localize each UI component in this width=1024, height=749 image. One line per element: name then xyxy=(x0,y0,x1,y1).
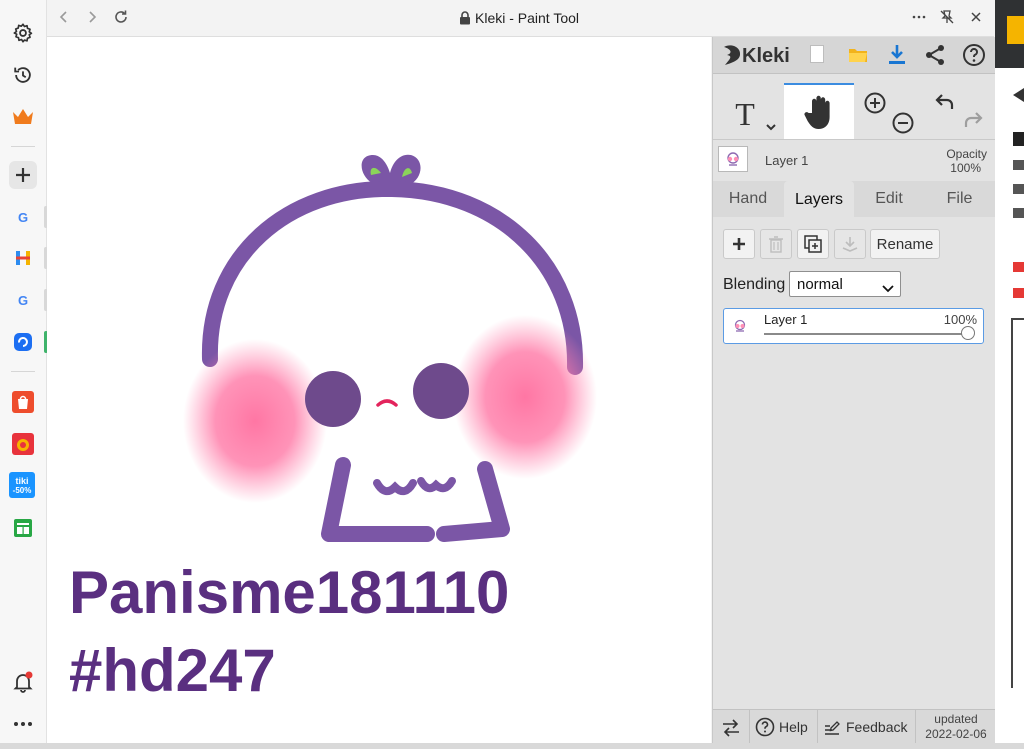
updated-date: 2022-02-06 xyxy=(925,727,987,741)
background-logo xyxy=(1007,16,1024,44)
blending-label: Blending xyxy=(723,276,786,293)
close-icon[interactable] xyxy=(969,10,983,29)
updated-label: updated xyxy=(934,712,978,726)
swap-sides-icon[interactable] xyxy=(721,719,741,742)
background-text-fragment xyxy=(1013,288,1024,298)
share-icon[interactable] xyxy=(924,44,946,71)
crown-icon[interactable] xyxy=(9,103,37,131)
more-icon[interactable] xyxy=(9,710,37,738)
h-app-icon[interactable] xyxy=(9,244,37,272)
background-box xyxy=(1011,318,1024,688)
footer-divider xyxy=(817,710,818,744)
merge-layer-button[interactable] xyxy=(834,229,866,259)
canvas-text-line2: #hd247 xyxy=(69,637,276,704)
tab-edit[interactable]: Edit xyxy=(854,181,924,217)
background-text-fragment xyxy=(1013,184,1024,194)
back-icon[interactable] xyxy=(57,10,71,29)
panel-footer: Help Feedback updated 2022-02-06 xyxy=(713,709,995,744)
forward-icon[interactable] xyxy=(85,10,99,29)
open-folder-icon[interactable] xyxy=(847,45,869,68)
tool-row: T xyxy=(713,83,995,139)
new-file-icon[interactable] xyxy=(809,44,825,69)
duplicate-layer-button[interactable] xyxy=(797,229,829,259)
tiki-badge: tiki xyxy=(15,475,29,486)
google-icon[interactable]: G xyxy=(9,203,37,231)
brand-title: Kleki xyxy=(742,45,790,67)
bell-icon[interactable] xyxy=(9,668,37,696)
hand-tool-button[interactable] xyxy=(784,83,854,139)
blending-select[interactable]: normal xyxy=(789,271,901,297)
background-text-fragment xyxy=(1013,262,1024,272)
plus-icon[interactable] xyxy=(9,161,37,189)
layer-row-thumbnail xyxy=(728,315,752,337)
sheet-icon[interactable] xyxy=(9,514,37,542)
zoom-out-icon[interactable] xyxy=(891,111,915,140)
tiki-icon[interactable]: tiki -50% xyxy=(9,472,35,498)
footer-divider xyxy=(749,710,750,744)
tab-file[interactable]: File xyxy=(924,181,995,217)
footer-divider xyxy=(915,710,916,744)
feedback-icon[interactable] xyxy=(823,719,841,742)
current-layer-name: Layer 1 xyxy=(765,153,809,168)
sidebar-divider xyxy=(11,371,35,372)
delete-layer-button[interactable] xyxy=(760,229,792,259)
layer-row[interactable]: Layer 1 100% xyxy=(723,308,984,344)
lazada-icon[interactable] xyxy=(9,430,37,458)
unpin-icon[interactable] xyxy=(939,9,955,30)
kleki-panel: Kleki T Layer 1 Opacity 100% Hand Layers… xyxy=(712,37,995,744)
zoom-in-icon[interactable] xyxy=(863,91,887,120)
panel-divider xyxy=(713,139,995,140)
opacity-label: Opacity xyxy=(946,147,987,161)
tiki-discount: -50% xyxy=(12,485,32,495)
layer-thumbnail[interactable] xyxy=(718,146,748,172)
lock-icon xyxy=(459,11,471,30)
background-text-fragment xyxy=(1013,160,1024,170)
rename-button[interactable]: Rename xyxy=(870,229,940,259)
drawing-canvas[interactable]: Panisme181110 #hd247 xyxy=(47,37,711,743)
messenger-icon[interactable] xyxy=(9,328,37,356)
layer-opacity-slider-handle[interactable] xyxy=(961,326,975,340)
canvas-text-line1: Panisme181110 xyxy=(69,559,510,626)
rename-label: Rename xyxy=(876,235,934,253)
panel-tabs: Hand Layers Edit File xyxy=(713,181,995,218)
browser-sidebar: G G tiki -50% xyxy=(0,0,48,749)
help-circle-icon[interactable] xyxy=(755,717,775,742)
redo-icon[interactable] xyxy=(961,109,985,138)
bottom-strip xyxy=(0,743,1024,749)
download-icon[interactable] xyxy=(887,43,907,70)
history-icon[interactable] xyxy=(9,61,37,89)
blending-value: normal xyxy=(797,276,843,293)
background-text-fragment xyxy=(1013,208,1024,218)
panel-header: Kleki xyxy=(713,37,995,74)
google-icon[interactable]: G xyxy=(9,286,37,314)
layer-row-name: Layer 1 xyxy=(764,312,808,327)
sidebar-divider xyxy=(11,146,35,147)
svg-text:T: T xyxy=(735,96,755,132)
window-title: Kleki - Paint Tool xyxy=(475,10,580,26)
kleki-logo-icon xyxy=(721,43,743,72)
text-tool-button[interactable]: T xyxy=(713,83,783,139)
chevron-down-icon xyxy=(882,280,894,298)
more-icon[interactable] xyxy=(911,9,927,30)
opacity-value: 100% xyxy=(950,161,981,175)
add-layer-button[interactable] xyxy=(723,229,755,259)
background-text-fragment xyxy=(1013,132,1024,146)
tab-layers[interactable]: Layers xyxy=(784,181,854,218)
hand-icon xyxy=(803,93,835,136)
layer-row-opacity: 100% xyxy=(943,312,977,327)
gear-icon[interactable] xyxy=(9,19,37,47)
footer-help-label[interactable]: Help xyxy=(779,719,808,735)
layer-opacity-slider-track[interactable] xyxy=(764,333,968,335)
footer-feedback-label[interactable]: Feedback xyxy=(846,719,907,735)
background-page-strip xyxy=(995,0,1024,749)
shopee-icon[interactable] xyxy=(9,388,37,416)
window-titlebar: Kleki - Paint Tool xyxy=(47,0,994,37)
undo-icon[interactable] xyxy=(933,91,957,120)
tab-hand[interactable]: Hand xyxy=(713,181,783,217)
help-icon[interactable] xyxy=(962,43,986,72)
reload-icon[interactable] xyxy=(113,9,129,30)
